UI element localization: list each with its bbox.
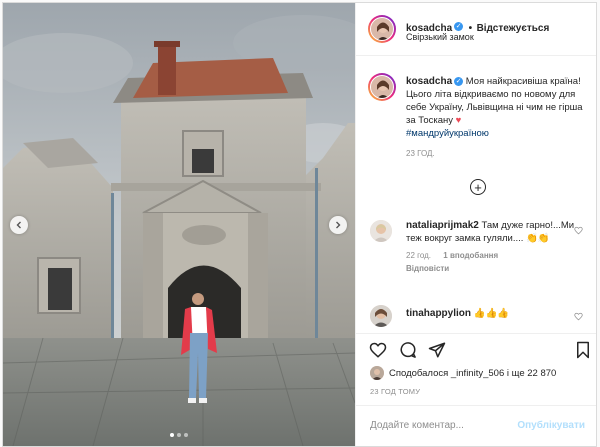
like-comment-heart-icon[interactable] — [574, 226, 583, 235]
author-avatar-ring[interactable] — [368, 15, 396, 43]
follow-status-button[interactable]: Відстежується — [477, 23, 550, 34]
post-header: kosadcha ✓ • Відстежується Свірзький замо… — [356, 3, 596, 56]
chevron-right-icon — [336, 221, 341, 229]
avatar-image — [370, 220, 392, 242]
share-paper-plane-icon[interactable] — [428, 341, 446, 359]
comment-timestamp: 22 год. — [406, 251, 432, 260]
previous-slide-button[interactable] — [10, 216, 28, 234]
thumbs-up-emoji: 👍👍👍 — [473, 308, 510, 319]
caption-avatar-ring[interactable] — [368, 73, 396, 101]
castle-photo-image — [3, 3, 355, 446]
commenter-username-link[interactable]: nataliaprijmak2 — [406, 220, 479, 231]
reply-button[interactable]: Відповісти — [406, 264, 449, 273]
commenter-username-link[interactable]: tinahappylion — [406, 308, 471, 319]
comment-meta: 22 год. 1 вподобання Відповісти — [406, 249, 576, 275]
caption-username-link[interactable]: kosadcha — [406, 76, 452, 87]
avatar-image — [371, 76, 393, 98]
post-caption: kosadcha ✓ Моя найкрасивіша країна! Цього… — [406, 75, 586, 160]
plus-icon: + — [474, 179, 482, 195]
publish-comment-button[interactable]: Опублікувати — [517, 420, 585, 431]
carousel-dot — [170, 433, 174, 437]
comment-likes-link[interactable]: 1 вподобання — [443, 251, 498, 260]
verified-badge-icon: ✓ — [454, 22, 464, 32]
red-heart-icon: ♥ — [455, 115, 462, 126]
carousel-dot — [184, 433, 188, 437]
post-time-ago: 23 год тому — [370, 387, 421, 396]
likes-text: Сподобалося _infinity_506 і ще 22 870 — [389, 367, 557, 379]
commenter-avatar[interactable] — [370, 305, 392, 327]
save-bookmark-icon[interactable] — [575, 341, 591, 359]
verified-badge-icon: ✓ — [454, 76, 464, 86]
add-comment-section: Опублікувати — [356, 405, 596, 446]
comment-item: tinahappylion 👍👍👍 — [406, 307, 576, 320]
likes-summary[interactable]: Сподобалося _infinity_506 і ще 22 870 — [370, 366, 556, 380]
avatar-image — [371, 18, 393, 40]
liker-avatar — [370, 366, 384, 380]
hashtag-link[interactable]: #мандруйукраїною — [406, 128, 489, 139]
load-more-comments-button[interactable]: + — [470, 179, 486, 195]
post-photo[interactable] — [3, 3, 355, 446]
comment-bubble-icon[interactable] — [399, 341, 417, 359]
like-heart-icon[interactable] — [369, 341, 387, 359]
comment-item: nataliaprijmak2 Там дуже гарно!...Ми теж… — [406, 219, 576, 275]
avatar-image — [370, 305, 392, 327]
caption-timestamp: 23 год. — [406, 149, 435, 158]
carousel-dot — [177, 433, 181, 437]
avatar — [370, 75, 394, 99]
next-slide-button[interactable] — [329, 216, 347, 234]
clapping-emoji: 👏👏 — [526, 233, 550, 244]
post-side-panel: kosadcha ✓ • Відстежується Свірзький замо… — [355, 3, 596, 446]
post-actions-bar — [356, 333, 596, 364]
carousel-indicator — [3, 433, 355, 437]
commenter-avatar[interactable] — [370, 220, 392, 242]
location-link[interactable]: Свірзький замок — [406, 32, 474, 42]
post-modal: kosadcha ✓ • Відстежується Свірзький замо… — [2, 2, 597, 447]
avatar-image — [370, 366, 384, 380]
avatar — [370, 17, 394, 41]
chevron-left-icon — [16, 221, 21, 229]
like-comment-heart-icon[interactable] — [574, 312, 583, 321]
comment-input[interactable] — [368, 419, 522, 432]
